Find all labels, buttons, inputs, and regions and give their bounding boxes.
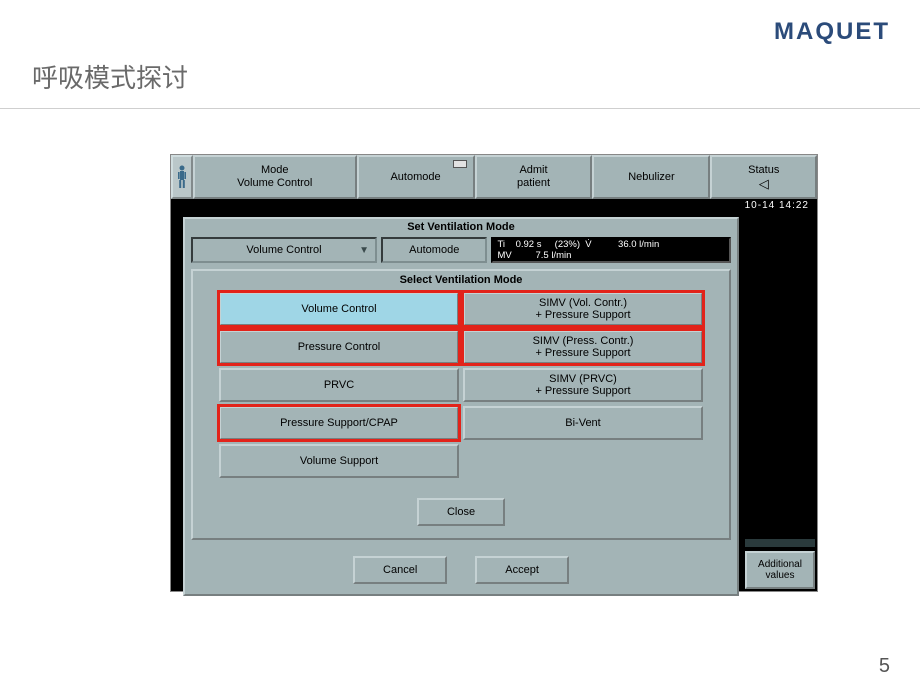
toolbar-nebulizer-label: Nebulizer [628, 171, 674, 184]
mode-simv-vc-l1: SIMV (Vol. Contr.) [539, 297, 627, 309]
svm-title: Set Ventilation Mode [185, 219, 737, 237]
mode-volume-support[interactable]: Volume Support [219, 444, 459, 478]
readout-ti-value: 0.92 s [516, 239, 542, 250]
mode-grid: Volume Control SIMV (Vol. Contr.) + Pres… [193, 292, 729, 492]
mode-prvc[interactable]: PRVC [219, 368, 459, 402]
mode-bivent-label: Bi-Vent [565, 417, 600, 429]
mode-simv-vol[interactable]: SIMV (Vol. Contr.) + Pressure Support [463, 292, 703, 326]
readout-mv-value: 7.5 l/min [535, 250, 571, 261]
additional-shadow [745, 539, 815, 547]
toolbar-automode-button[interactable]: Automode [357, 155, 475, 199]
ventilation-readout: Ti 0.92 s (23%) V̇ 36.0 l/min MV 7.5 l/m… [491, 237, 731, 263]
automode-dropdown[interactable]: Automode [381, 237, 487, 263]
automode-indicator-icon [453, 160, 467, 168]
page-number: 5 [879, 655, 890, 678]
automode-dropdown-value: Automode [409, 244, 459, 256]
toolbar-nebulizer-button[interactable]: Nebulizer [592, 155, 710, 199]
mode-bivent[interactable]: Bi-Vent [463, 406, 703, 440]
mode-simv-prvc-l2: + Pressure Support [535, 385, 630, 397]
mode-simv-prvc-l1: SIMV (PRVC) [549, 373, 617, 385]
mode-simv-press[interactable]: SIMV (Press. Contr.) + Pressure Support [463, 330, 703, 364]
readout-ti-pct: (23%) [555, 239, 580, 250]
title-divider [0, 108, 920, 109]
main-area: Set Ventilation Mode Volume Control ▼ Au… [171, 215, 817, 591]
select-title: Select Ventilation Mode [193, 271, 729, 292]
readout-mv-label: MV [497, 250, 511, 261]
mode-prvc-label: PRVC [324, 379, 354, 391]
grid-empty-cell [463, 444, 703, 478]
toolbar-admit-l1: Admit [519, 164, 547, 177]
patient-posture-icon[interactable] [171, 155, 193, 199]
mode-simv-prvc[interactable]: SIMV (PRVC) + Pressure Support [463, 368, 703, 402]
close-button[interactable]: Close [417, 498, 505, 526]
toolbar-mode-value: Volume Control [237, 177, 312, 190]
mode-vs-label: Volume Support [300, 455, 378, 467]
mode-pc-label: Pressure Control [298, 341, 381, 353]
select-ventilation-mode-panel: Select Ventilation Mode Volume Control S… [191, 269, 731, 540]
mode-ps-cpap[interactable]: Pressure Support/CPAP [219, 406, 459, 440]
ventilator-screen: Mode Volume Control Automode Admit patie… [170, 154, 818, 592]
toolbar-status-label: Status [748, 164, 779, 177]
accept-button[interactable]: Accept [475, 556, 569, 584]
close-row: Close [193, 492, 729, 538]
mode-dropdown-value: Volume Control [246, 244, 321, 256]
toolbar-status-button[interactable]: Status ◁ [710, 155, 817, 199]
readout-ti-label: Ti [497, 239, 505, 250]
mode-volume-control[interactable]: Volume Control [219, 292, 459, 326]
toolbar-mode-button[interactable]: Mode Volume Control [193, 155, 357, 199]
toolbar-admit-button[interactable]: Admit patient [475, 155, 593, 199]
speaker-icon: ◁ [759, 177, 769, 190]
mode-simv-pc-l2: + Pressure Support [535, 347, 630, 359]
mode-pscpap-label: Pressure Support/CPAP [280, 417, 398, 429]
mode-simv-pc-l1: SIMV (Press. Contr.) [533, 335, 634, 347]
brand-logo: MAQUET [774, 18, 890, 46]
top-toolbar: Mode Volume Control Automode Admit patie… [171, 155, 817, 199]
chevron-down-icon: ▼ [359, 245, 369, 256]
additional-l2: values [758, 570, 802, 582]
mode-simv-vc-l2: + Pressure Support [535, 309, 630, 321]
set-ventilation-mode-panel: Set Ventilation Mode Volume Control ▼ Au… [183, 217, 739, 596]
cancel-button[interactable]: Cancel [353, 556, 447, 584]
slide-title: 呼吸模式探讨 [32, 58, 188, 95]
additional-l1: Additional [758, 559, 802, 571]
additional-values-button[interactable]: Additional values [745, 551, 815, 589]
mode-dropdown[interactable]: Volume Control ▼ [191, 237, 377, 263]
readout-v-value: 36.0 l/min [618, 239, 659, 250]
toolbar-automode-label: Automode [390, 171, 440, 184]
datetime-display: 10-14 14:22 [171, 199, 817, 215]
mode-pressure-control[interactable]: Pressure Control [219, 330, 459, 364]
svm-row-controls: Volume Control ▼ Automode Ti 0.92 s (23%… [185, 237, 737, 269]
svm-bottom-row: Cancel Accept [185, 550, 737, 594]
toolbar-admit-l2: patient [517, 177, 550, 190]
mode-vc-label: Volume Control [301, 303, 376, 315]
toolbar-mode-label: Mode [261, 164, 289, 177]
